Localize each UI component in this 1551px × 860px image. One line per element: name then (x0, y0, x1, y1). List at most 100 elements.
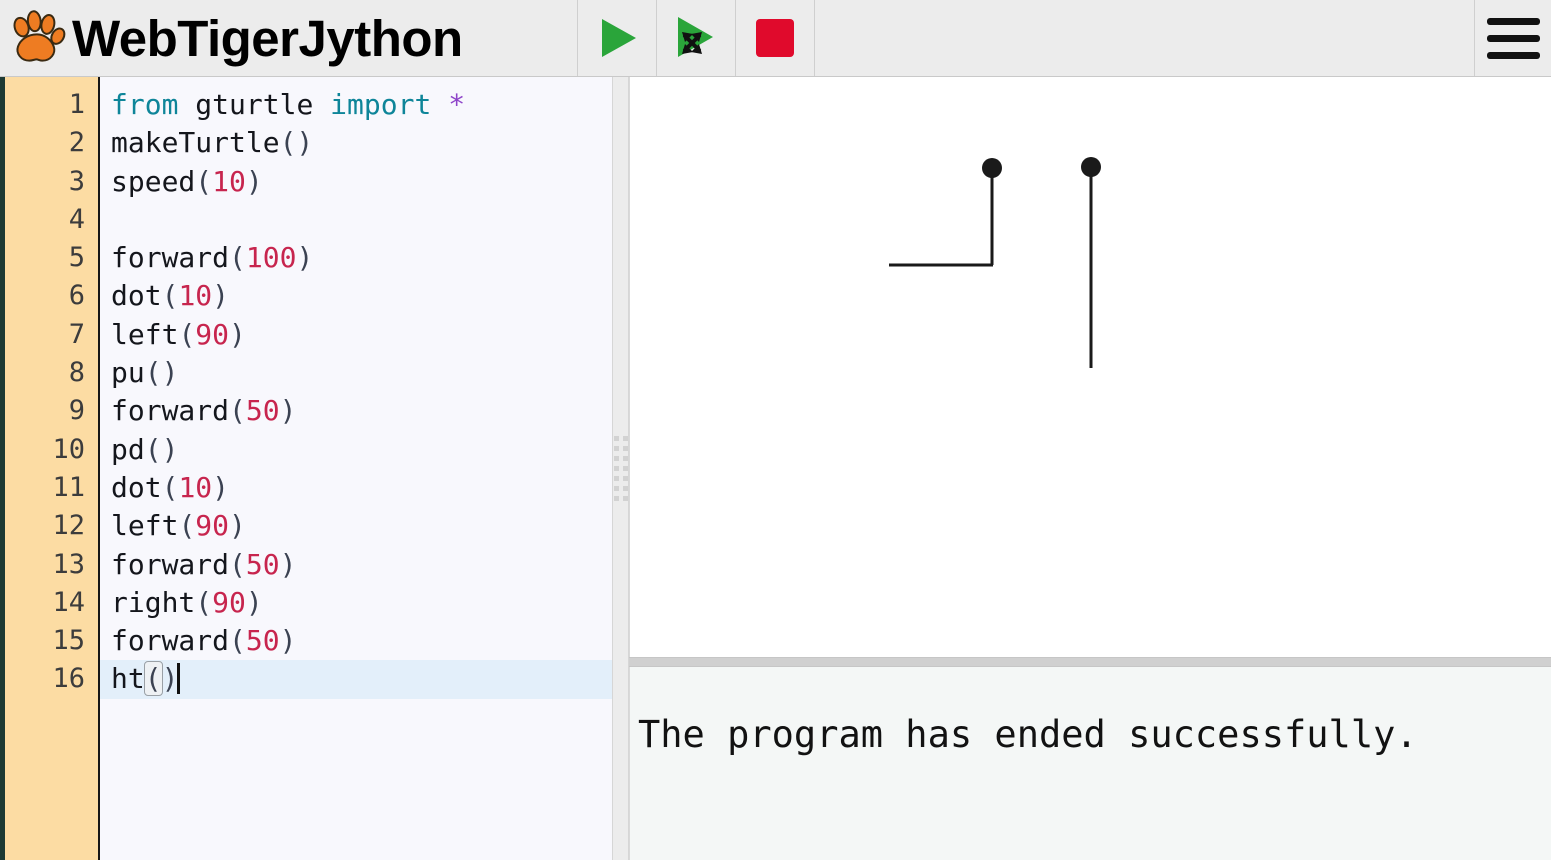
code-token: ) (229, 317, 246, 351)
code-line[interactable]: right(90) (100, 584, 612, 622)
line-number: 8 (68, 357, 85, 389)
code-token: () (279, 126, 314, 160)
code-token: speed (111, 164, 196, 198)
code-token: dot (111, 279, 162, 313)
play-expand-icon (678, 17, 713, 57)
code-token: ) (161, 662, 179, 696)
line-number: 12 (52, 510, 85, 542)
code-token: forward (111, 241, 230, 275)
code-token: 90 (212, 585, 246, 619)
app-title: WebTigerJython (72, 9, 463, 67)
code-token: ( (178, 317, 196, 351)
code-token: ) (245, 164, 263, 198)
turtle-drawing (889, 157, 1101, 368)
line-number: 10 (52, 433, 85, 465)
code-line[interactable]: dot(10) (100, 469, 612, 507)
turtle-graphics-canvas[interactable] (629, 77, 1551, 657)
code-token: 50 (245, 394, 280, 428)
toolbar-spacer (814, 0, 1475, 76)
workspace: 1 2 3 4 5 6 7 8 9 10 11 12 13 14 15 16 from gturtle imp… (0, 77, 1551, 860)
code-token: pd (111, 432, 145, 466)
code-token: from (111, 88, 179, 121)
line-number: 15 (52, 625, 85, 657)
menu-button[interactable] (1475, 0, 1551, 76)
line-number-gutter: 1 2 3 4 5 6 7 8 9 10 11 12 13 14 15 16 (5, 77, 100, 860)
code-line[interactable]: makeTurtle() (100, 124, 612, 162)
line-number: 11 (52, 471, 85, 503)
code-line[interactable] (100, 201, 612, 239)
app-brand: WebTigerJython (0, 0, 578, 76)
code-token: right (111, 585, 196, 619)
code-token: forward (111, 547, 230, 581)
run-in-window-button[interactable] (657, 0, 736, 76)
code-token: 50 (245, 547, 280, 581)
code-line[interactable]: left(90) (100, 316, 612, 354)
code-text-area[interactable]: from gturtle import * makeTurtle() speed(1… (100, 77, 612, 860)
code-line[interactable]: from gturtle import * (100, 86, 612, 124)
code-token: left (111, 509, 179, 543)
drag-grip-icon (613, 436, 628, 501)
play-triangle-icon (602, 19, 636, 57)
hamburger-menu-icon (1486, 17, 1540, 59)
code-token: ) (296, 241, 314, 275)
code-line[interactable]: forward(50) (100, 622, 612, 660)
code-token: gturtle (195, 88, 314, 121)
code-token: ( (178, 509, 196, 543)
code-token: ) (279, 624, 297, 658)
code-line[interactable]: forward(50) (100, 546, 612, 584)
code-line[interactable]: pd() (100, 431, 612, 469)
code-token: pu (111, 356, 145, 390)
code-token: ( (161, 470, 179, 504)
stop-button[interactable] (736, 0, 815, 76)
code-token: ) (212, 279, 230, 313)
line-number: 5 (68, 242, 85, 274)
code-token: ) (245, 585, 263, 619)
bracket-match-highlight: ( (143, 661, 163, 697)
code-token: 90 (195, 317, 230, 351)
code-token: ( (229, 241, 246, 275)
line-number: 9 (68, 395, 85, 427)
line-number: 14 (52, 586, 85, 618)
code-token: ( (229, 394, 246, 428)
right-pane: The program has ended successfully. (629, 77, 1551, 860)
code-token: 50 (245, 624, 280, 658)
stop-square-icon (756, 19, 794, 57)
code-line[interactable]: forward(50) (100, 392, 612, 430)
code-token: makeTurtle (111, 126, 280, 160)
line-number: 13 (52, 548, 85, 580)
line-number: 3 (68, 165, 85, 197)
code-token: ( (229, 624, 246, 658)
code-line[interactable]: dot(10) (100, 277, 612, 315)
run-button[interactable] (578, 0, 657, 76)
code-token: 10 (178, 470, 213, 504)
code-token: ( (195, 585, 213, 619)
horizontal-splitter[interactable] (629, 657, 1551, 667)
code-line[interactable]: ht() (100, 660, 612, 699)
code-line[interactable]: pu() (100, 354, 612, 392)
code-token: forward (111, 394, 230, 428)
code-token: * (448, 88, 466, 121)
code-token: ) (279, 547, 297, 581)
app-window: WebTigerJython 1 2 3 4 5 6 7 8 9 10 11 1… (0, 0, 1551, 860)
code-token: ( (161, 279, 179, 313)
code-token: ) (212, 470, 230, 504)
code-token: () (144, 432, 179, 466)
line-number: 6 (68, 280, 85, 312)
line-number: 7 (68, 318, 85, 350)
code-token: left (111, 317, 179, 351)
line-number: 2 (68, 127, 85, 159)
code-token: ( (229, 547, 246, 581)
code-editor-pane[interactable]: 1 2 3 4 5 6 7 8 9 10 11 12 13 14 15 16 from gturtle imp… (0, 77, 612, 860)
console-output-panel[interactable]: The program has ended successfully. (629, 667, 1551, 860)
code-line[interactable]: speed(10) (100, 163, 612, 201)
code-line[interactable]: forward(100) (100, 239, 612, 277)
code-token: 10 (178, 279, 213, 313)
code-token: 100 (245, 241, 297, 275)
code-line[interactable]: left(90) (100, 507, 612, 545)
dot-one (982, 158, 1002, 178)
main-toolbar: WebTigerJython (0, 0, 1551, 77)
vertical-splitter[interactable] (612, 77, 629, 860)
code-token: dot (111, 470, 162, 504)
code-token: () (144, 356, 179, 390)
